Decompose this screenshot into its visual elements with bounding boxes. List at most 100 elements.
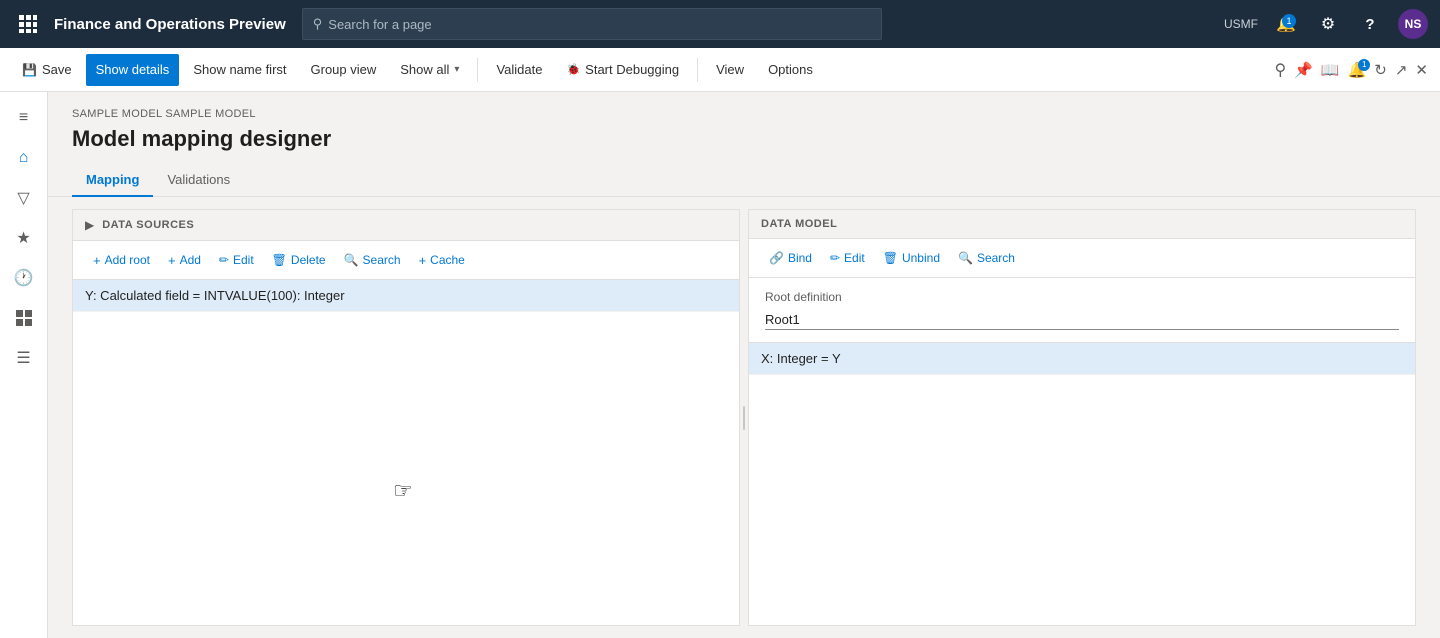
search-button-right[interactable]: 🔍 Search	[950, 245, 1023, 271]
validate-button[interactable]: Validate	[486, 54, 552, 86]
breadcrumb: SAMPLE MODEL SAMPLE MODEL	[72, 108, 1416, 120]
toolbar-book-icon[interactable]: 📖	[1321, 61, 1340, 79]
edit-icon-right: ✏	[830, 251, 840, 265]
main-toolbar: 💾 Save Show details Show name first Grou…	[0, 48, 1440, 92]
usmf-label: USMF	[1224, 17, 1258, 31]
tab-mapping[interactable]: Mapping	[72, 164, 153, 197]
add-root-button[interactable]: + Add root	[85, 247, 158, 273]
tab-bar: Mapping Validations	[48, 164, 1440, 197]
sidebar-recent[interactable]: 🕐	[6, 260, 42, 296]
app-title: Finance and Operations Preview	[54, 16, 286, 33]
star-icon: ★	[16, 228, 30, 248]
unbind-button[interactable]: 🗑 Unbind	[875, 245, 948, 271]
unbind-icon: 🗑	[883, 251, 898, 265]
data-source-row[interactable]: Y: Calculated field = INTVALUE(100): Int…	[73, 280, 739, 312]
top-nav-right: USMF 🔔 1 ⚙ ? NS	[1224, 9, 1428, 39]
search-icon-right: 🔍	[958, 251, 973, 265]
edit-button-left[interactable]: ✏ Edit	[211, 247, 262, 273]
resizer-line	[743, 406, 745, 430]
show-name-first-button[interactable]: Show name first	[183, 54, 296, 86]
notification-bell[interactable]: 🔔 1	[1272, 10, 1300, 38]
edit-icon-left: ✏	[219, 253, 229, 267]
help-button[interactable]: ?	[1356, 10, 1384, 38]
panel-resizer[interactable]	[740, 209, 748, 626]
search-icon-left: 🔍	[344, 253, 359, 267]
search-icon: ⚲	[313, 16, 323, 32]
right-panel-content: X: Integer = Y	[749, 343, 1415, 625]
add-button[interactable]: + Add	[160, 247, 209, 273]
sidebar-home[interactable]: ⌂	[6, 140, 42, 176]
sidebar: ≡ ⌂ ▽ ★ 🕐 ☰	[0, 92, 48, 638]
search-placeholder: Search for a page	[328, 17, 431, 32]
user-avatar[interactable]: NS	[1398, 9, 1428, 39]
apps-grid-icon[interactable]	[12, 8, 44, 40]
sidebar-filter[interactable]: ▽	[6, 180, 42, 216]
question-icon: ?	[1365, 16, 1374, 33]
sidebar-list[interactable]: ☰	[6, 340, 42, 376]
save-icon: 💾	[22, 63, 37, 77]
start-debugging-button[interactable]: 🐞 Start Debugging	[556, 54, 689, 86]
right-panel-toolbar: 🔗 Bind ✏ Edit 🗑 Unbind 🔍 Search	[749, 239, 1415, 278]
toolbar-divider-2	[697, 58, 698, 82]
list-icon: ☰	[16, 348, 30, 368]
toolbar-notif-badge: 1	[1358, 59, 1370, 71]
bind-icon: 🔗	[769, 251, 784, 265]
toolbar-refresh-icon[interactable]: ↻	[1374, 61, 1387, 79]
data-source-row-label: Y: Calculated field = INTVALUE(100): Int…	[85, 288, 345, 303]
root-def-label: Root definition	[765, 290, 1399, 304]
left-panel: ▶ DATA SOURCES + Add root + Add ✏ Edit	[72, 209, 740, 626]
right-panel-title: DATA MODEL	[761, 218, 837, 230]
filter-icon: ▽	[17, 188, 29, 208]
search-button-left[interactable]: 🔍 Search	[336, 247, 409, 273]
cache-button[interactable]: + Cache	[411, 247, 473, 273]
global-search[interactable]: ⚲ Search for a page	[302, 8, 882, 40]
clock-icon: 🕐	[14, 268, 34, 288]
data-model-row-label: X: Integer = Y	[761, 351, 841, 366]
right-panel-header: DATA MODEL	[749, 210, 1415, 239]
edit-button-right[interactable]: ✏ Edit	[822, 245, 873, 271]
left-panel-header: ▶ DATA SOURCES	[73, 210, 739, 241]
options-button[interactable]: Options	[758, 54, 823, 86]
data-model-row[interactable]: X: Integer = Y	[749, 343, 1415, 375]
toolbar-share-icon[interactable]: ↗	[1395, 61, 1408, 79]
hamburger-icon: ≡	[19, 109, 28, 127]
add-root-icon: +	[93, 253, 101, 268]
top-nav-bar: Finance and Operations Preview ⚲ Search …	[0, 0, 1440, 48]
group-view-button[interactable]: Group view	[301, 54, 387, 86]
left-panel-content: Y: Calculated field = INTVALUE(100): Int…	[73, 280, 739, 625]
save-button[interactable]: 💾 Save	[12, 54, 82, 86]
add-icon: +	[168, 253, 176, 268]
toolbar-divider-1	[477, 58, 478, 82]
show-all-dropdown-icon: ▾	[454, 64, 459, 75]
show-details-button[interactable]: Show details	[86, 54, 180, 86]
gear-icon: ⚙	[1321, 14, 1335, 34]
root-def-input[interactable]	[765, 310, 1399, 330]
content-area: SAMPLE MODEL SAMPLE MODEL Model mapping …	[48, 92, 1440, 638]
cache-icon: +	[419, 253, 427, 268]
sidebar-hamburger[interactable]: ≡	[6, 100, 42, 136]
toolbar-search-icon[interactable]: ⚲	[1274, 60, 1286, 80]
show-all-button[interactable]: Show all ▾	[390, 54, 469, 86]
notification-count: 1	[1282, 14, 1296, 28]
main-layout: ≡ ⌂ ▽ ★ 🕐 ☰ SAMPLE MODEL SAMPLE MODEL Mo…	[0, 92, 1440, 638]
home-icon: ⌂	[19, 149, 29, 167]
settings-gear[interactable]: ⚙	[1314, 10, 1342, 38]
right-panel: DATA MODEL 🔗 Bind ✏ Edit 🗑 Unbind	[748, 209, 1416, 626]
view-button[interactable]: View	[706, 54, 754, 86]
designer-area: ▶ DATA SOURCES + Add root + Add ✏ Edit	[48, 197, 1440, 638]
sidebar-table[interactable]	[6, 300, 42, 336]
tab-validations[interactable]: Validations	[153, 164, 244, 197]
toolbar-close-icon[interactable]: ✕	[1415, 61, 1428, 79]
left-panel-toolbar: + Add root + Add ✏ Edit 🗑 Delete	[73, 241, 739, 280]
panel-expand-button[interactable]: ▶	[85, 218, 94, 232]
bind-button[interactable]: 🔗 Bind	[761, 245, 820, 271]
page-title: Model mapping designer	[72, 126, 1416, 152]
sidebar-favorites[interactable]: ★	[6, 220, 42, 256]
left-panel-title: DATA SOURCES	[102, 219, 194, 231]
delete-button[interactable]: 🗑 Delete	[264, 247, 334, 273]
toolbar-pin-icon[interactable]: 📌	[1294, 61, 1313, 79]
delete-icon: 🗑	[272, 253, 287, 267]
root-definition-section: Root definition	[749, 278, 1415, 343]
page-header: SAMPLE MODEL SAMPLE MODEL Model mapping …	[48, 92, 1440, 164]
debug-icon: 🐞	[566, 63, 580, 76]
